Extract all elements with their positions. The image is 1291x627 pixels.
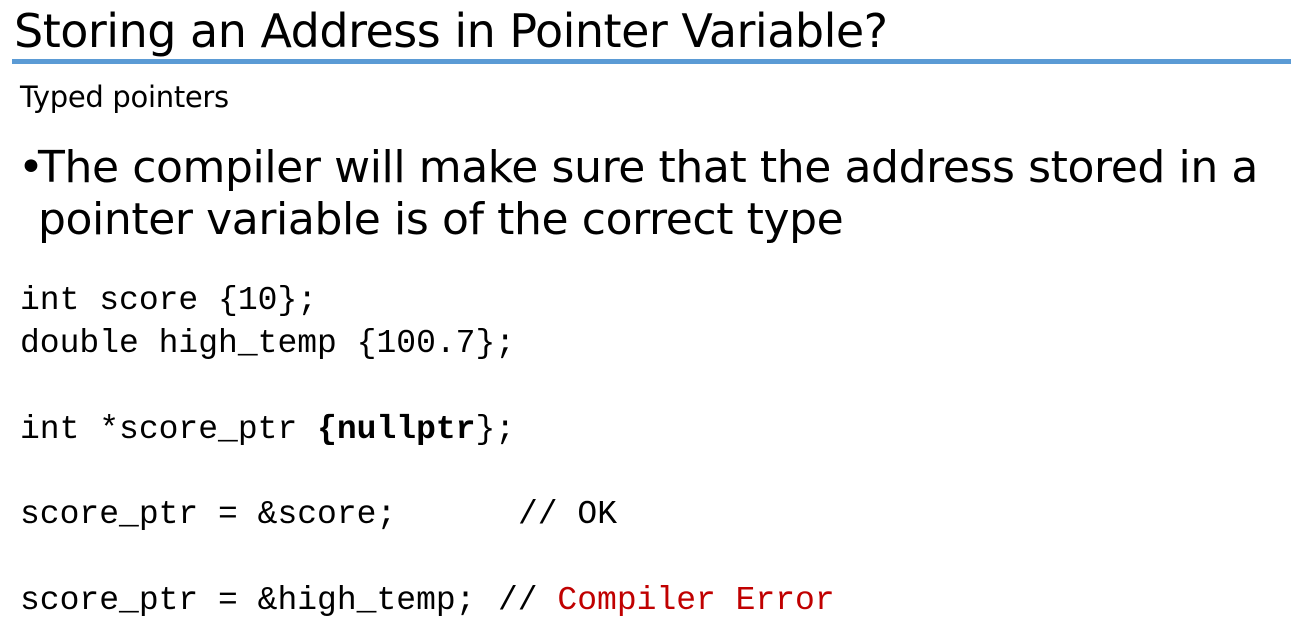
slide-title: Storing an Address in Pointer Variable?: [14, 4, 888, 58]
code-line-high-temp-decl: double high_temp {100.7};: [20, 325, 516, 362]
bullet-point: • The compiler will make sure that the a…: [18, 142, 1286, 246]
comment-prefix: //: [498, 582, 558, 619]
compiler-error-text: Compiler Error: [557, 582, 835, 619]
bullet-marker: •: [18, 142, 44, 193]
code-line-assign-high-temp: score_ptr = &high_temp;: [20, 582, 476, 619]
slide: Storing an Address in Pointer Variable? …: [0, 0, 1291, 627]
code-line-score-ptr-decl: int *score_ptr {nullptr};: [20, 410, 515, 450]
title-underline: [12, 59, 1291, 64]
slide-subtitle: Typed pointers: [20, 80, 229, 114]
code-text: };: [475, 411, 516, 448]
code-comment-error: // Compiler Error: [498, 581, 835, 621]
bullet-text: The compiler will make sure that the add…: [38, 142, 1258, 245]
code-comment-ok: // OK: [518, 496, 618, 533]
code-nullptr-bold: {nullptr: [317, 411, 476, 448]
code-text: int *score_ptr: [20, 411, 318, 448]
code-line-assign-score: score_ptr = &score;: [20, 496, 397, 533]
code-line-score-decl: int score {10};: [20, 282, 318, 319]
